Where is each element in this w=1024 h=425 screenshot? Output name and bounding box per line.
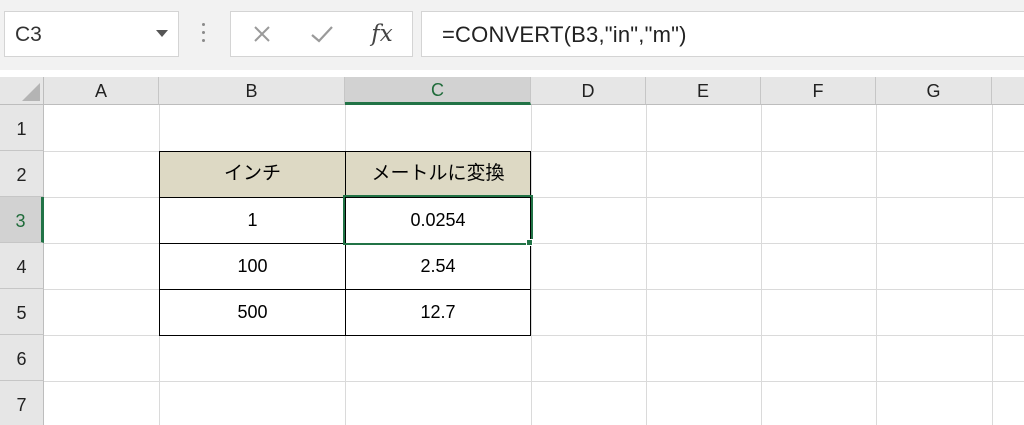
formula-buttons: fx	[230, 11, 413, 57]
cell-b2[interactable]: インチ	[160, 152, 346, 198]
cell-c2[interactable]: メートルに変換	[346, 152, 531, 198]
gridline	[531, 105, 532, 425]
cell-b5[interactable]: 500	[160, 290, 346, 336]
chevron-down-icon[interactable]	[156, 30, 168, 37]
fill-handle[interactable]	[526, 239, 533, 246]
column-header-e[interactable]: E	[646, 77, 761, 105]
gridline	[44, 381, 1024, 382]
row-header-1[interactable]: 1	[0, 105, 44, 151]
gridline	[646, 105, 647, 425]
row-header-7[interactable]: 7	[0, 381, 44, 425]
column-header-next[interactable]	[992, 77, 1024, 105]
cell-b4[interactable]: 100	[160, 244, 346, 290]
name-box[interactable]: C3	[4, 11, 179, 57]
row-header-3[interactable]: 3	[0, 197, 44, 243]
close-icon	[254, 26, 270, 42]
cell-b3[interactable]: 1	[160, 198, 346, 244]
column-header-c[interactable]: C	[345, 77, 531, 105]
cancel-button[interactable]	[247, 20, 277, 48]
gridline	[992, 105, 993, 425]
select-all-icon	[22, 83, 40, 101]
row-header-6[interactable]: 6	[0, 335, 44, 381]
column-header-g[interactable]: G	[876, 77, 992, 105]
cell-c4[interactable]: 2.54	[346, 244, 531, 290]
column-header-a[interactable]: A	[44, 77, 159, 105]
gridline	[761, 105, 762, 425]
more-options-icon[interactable]	[201, 23, 207, 45]
cell-c5[interactable]: 12.7	[346, 290, 531, 336]
column-header-f[interactable]: F	[761, 77, 876, 105]
select-all-button[interactable]	[0, 77, 44, 105]
formula-text: =CONVERT(B3,"in","m")	[442, 22, 687, 47]
row-header-5[interactable]: 5	[0, 289, 44, 335]
insert-function-button[interactable]: fx	[367, 20, 397, 48]
formula-input[interactable]: =CONVERT(B3,"in","m")	[421, 11, 1024, 57]
enter-button[interactable]	[307, 20, 337, 48]
formula-bar-area: C3 fx =CONVERT(B3,"in","m")	[0, 0, 1024, 70]
gridline	[876, 105, 877, 425]
row-header-2[interactable]: 2	[0, 151, 44, 197]
active-cell-border	[343, 195, 533, 245]
name-box-value: C3	[15, 23, 42, 46]
check-icon	[311, 26, 333, 43]
row-header-4[interactable]: 4	[0, 243, 44, 289]
column-header-b[interactable]: B	[159, 77, 345, 105]
column-header-d[interactable]: D	[531, 77, 646, 105]
